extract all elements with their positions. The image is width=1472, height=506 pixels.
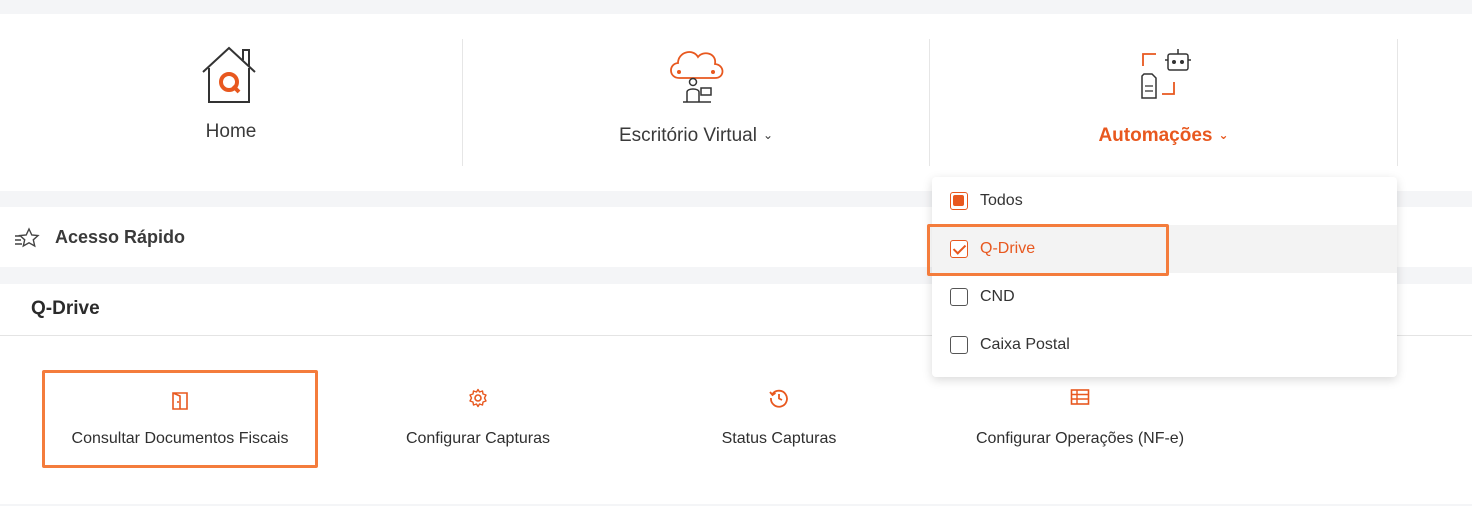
- tile-status-capturas[interactable]: Status Capturas: [641, 370, 917, 468]
- table-icon: [1070, 389, 1090, 405]
- nav-automacoes-text: Automações: [1098, 125, 1213, 146]
- nav-divider: [1397, 39, 1398, 166]
- checkbox-unchecked[interactable]: [950, 336, 968, 354]
- dropdown-item-todos[interactable]: Todos: [932, 177, 1397, 225]
- chevron-down-icon: ⌄: [762, 128, 774, 142]
- dropdown-item-cnd[interactable]: CND: [932, 273, 1397, 321]
- dropdown-item-qdrive[interactable]: Q-Drive: [932, 225, 1397, 273]
- tile-configurar-operacoes[interactable]: Configurar Operações (NF-e): [942, 370, 1218, 468]
- history-icon: [769, 389, 788, 408]
- door-icon: [172, 392, 188, 410]
- home-icon: [202, 46, 256, 103]
- nav-virtual-text: Escritório Virtual: [618, 125, 757, 146]
- automacoes-dropdown: Todos Q-Drive CND Caixa Postal: [932, 177, 1397, 377]
- dropdown-item-label: Todos: [980, 192, 1023, 209]
- tile-configurar-capturas[interactable]: Configurar Capturas: [340, 370, 616, 468]
- dropdown-item-label: CND: [980, 288, 1015, 305]
- checkbox-partial[interactable]: [950, 192, 968, 210]
- tile-consultar-documentos[interactable]: Consultar Documentos Fiscais: [42, 370, 318, 468]
- cloud-user-icon: [670, 51, 724, 103]
- robot-automation-icon: [1141, 49, 1191, 99]
- dropdown-item-label: Q-Drive: [980, 240, 1036, 257]
- top-navigation: Home Escritório Virtual ⌄ Automações ⌄: [0, 14, 1472, 191]
- tile-label: Configurar Capturas: [405, 430, 551, 447]
- chevron-down-icon: ⌄: [1218, 128, 1229, 142]
- nav-home-label: Home: [205, 121, 257, 142]
- nav-escritorio-virtual[interactable]: Escritório Virtual ⌄: [463, 14, 929, 191]
- checkbox-checked[interactable]: [950, 240, 968, 258]
- dropdown-item-label: Caixa Postal: [980, 336, 1070, 353]
- nav-automacoes[interactable]: Automações ⌄: [930, 14, 1397, 191]
- dropdown-item-caixa-postal[interactable]: Caixa Postal: [932, 321, 1397, 369]
- quick-access-label: Acesso Rápido: [55, 227, 186, 247]
- nav-automacoes-label: Automações ⌄: [930, 125, 1397, 147]
- gear-icon: [469, 388, 487, 408]
- section-title: Q-Drive: [31, 298, 100, 319]
- star-list-icon: [15, 227, 40, 248]
- nav-virtual-label: Escritório Virtual ⌄: [463, 125, 929, 147]
- tile-label: Status Capturas: [721, 430, 837, 447]
- tile-label: Consultar Documentos Fiscais: [71, 430, 289, 447]
- checkbox-unchecked[interactable]: [950, 288, 968, 306]
- tile-label: Configurar Operações (NF-e): [975, 430, 1185, 447]
- nav-home[interactable]: Home: [0, 14, 462, 191]
